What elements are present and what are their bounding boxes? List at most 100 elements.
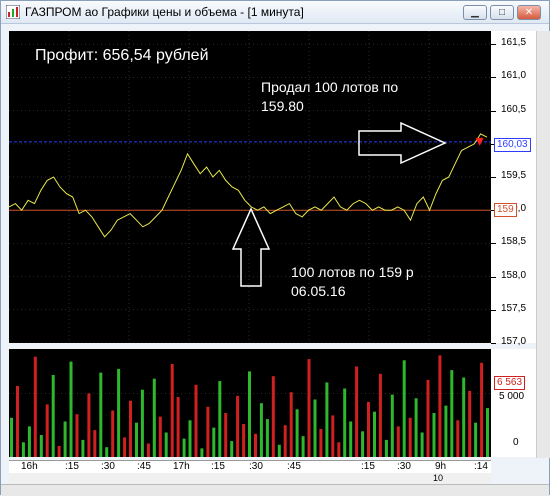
volume-bar — [152, 378, 156, 457]
price-tick-label: 159,5 — [501, 170, 527, 182]
volume-bar — [224, 413, 228, 457]
volume-bar — [474, 422, 478, 457]
volume-bar — [69, 361, 73, 457]
minimize-button[interactable]: ▁ — [463, 5, 487, 20]
volume-bar — [63, 421, 67, 457]
time-label: :30 — [397, 461, 411, 472]
volume-bar — [486, 408, 489, 457]
volume-bar — [135, 422, 138, 457]
volume-bar — [384, 439, 388, 457]
minimize-icon: ▁ — [471, 7, 479, 18]
volume-bar — [51, 375, 55, 457]
volume-bar — [480, 362, 484, 457]
price-axis: 161,5161,0160,5160,0159,5159,0158,5158,0… — [491, 31, 536, 347]
horizontal-scrollbar[interactable] — [1, 484, 549, 496]
volume-bar — [236, 395, 240, 457]
time-axis: 16h :15 :30 :45 17h :15 :30 :45 :15 :30 … — [9, 460, 491, 474]
time-label: 16h — [21, 461, 38, 472]
price-tag-high: 160,03 — [494, 138, 531, 152]
price-tick-mark — [491, 343, 496, 344]
volume-bar — [414, 398, 418, 457]
volume-bar — [378, 373, 382, 457]
volume-bar — [301, 436, 305, 457]
volume-bar — [307, 359, 311, 457]
price-tick-label: 157,0 — [501, 336, 527, 347]
volume-chart-panel[interactable] — [9, 349, 491, 457]
volume-bar — [242, 424, 246, 457]
volume-bar — [99, 372, 103, 457]
volume-bar — [420, 432, 424, 457]
volume-bar — [87, 393, 91, 457]
volume-bar — [402, 360, 406, 457]
volume-bar — [200, 448, 204, 457]
price-tick-label: 161,0 — [501, 70, 527, 82]
volume-bar — [325, 382, 329, 457]
maximize-button[interactable]: □ — [490, 5, 514, 20]
volume-bar — [295, 409, 299, 457]
volume-bar — [408, 417, 412, 457]
window-title: ГАЗПРОМ ао Графики цены и объема - [1 ми… — [25, 5, 304, 19]
volume-bar — [230, 441, 234, 457]
volume-bar — [105, 447, 109, 457]
volume-bar — [450, 370, 454, 457]
buy-annotation-line1: 100 лотов по 159 р — [291, 264, 414, 280]
volume-bar — [277, 444, 281, 457]
volume-bar — [289, 392, 293, 457]
volume-bar — [176, 397, 180, 457]
volume-bar — [16, 386, 19, 457]
volume-bar — [194, 384, 198, 457]
volume-bar — [188, 420, 192, 457]
time-label: :15 — [361, 461, 375, 472]
volume-bar — [373, 411, 376, 457]
volume-bar — [33, 356, 37, 457]
volume-bar — [254, 433, 257, 457]
volume-bar — [27, 426, 31, 457]
volume-bar — [57, 446, 61, 457]
volume-bar — [170, 364, 174, 457]
price-chart-panel[interactable]: Профит: 656,54 рублей Продал 100 лотов п… — [9, 31, 491, 343]
right-arrow-icon — [358, 121, 447, 165]
title-bar[interactable]: ГАЗПРОМ ао Графики цены и объема - [1 ми… — [1, 1, 549, 24]
price-tick-label: 158,5 — [501, 236, 527, 248]
volume-bar — [45, 404, 49, 457]
profit-annotation: Профит: 656,54 рублей — [35, 47, 209, 64]
close-button[interactable]: ✕ — [517, 5, 541, 20]
volume-bar — [331, 415, 335, 457]
time-label: :45 — [137, 461, 151, 472]
volume-bar — [117, 368, 121, 457]
time-label: 17h — [173, 461, 190, 472]
maximize-icon: □ — [498, 7, 506, 18]
close-icon: ✕ — [524, 7, 534, 18]
price-tick-label: 157,5 — [501, 302, 527, 314]
time-label: :45 — [287, 461, 301, 472]
volume-tick-0: 0 — [513, 437, 519, 448]
price-tick-mark — [491, 243, 496, 245]
price-tick-mark — [491, 77, 496, 79]
volume-bar — [313, 399, 317, 457]
volume-bar — [355, 366, 359, 457]
volume-bar — [140, 389, 144, 457]
price-tick-label: 161,5 — [501, 37, 527, 49]
volume-bar — [259, 403, 263, 457]
volume-bar — [39, 435, 43, 457]
volume-bar — [93, 430, 97, 457]
time-label: :30 — [101, 461, 115, 472]
volume-bar — [283, 425, 287, 457]
time-label: :15 — [211, 461, 225, 472]
vertical-scrollbar[interactable] — [536, 31, 550, 458]
chart-window: ГАЗПРОМ ао Графики цены и объема - [1 ми… — [0, 0, 550, 496]
price-tag-low: 159 — [494, 203, 517, 217]
up-arrow-icon — [231, 207, 271, 287]
day-axis: 10 — [9, 473, 491, 484]
volume-bar — [248, 371, 251, 457]
volume-bar — [218, 381, 222, 457]
volume-bar — [81, 439, 85, 457]
time-label: 9h — [435, 461, 447, 472]
volume-bar — [456, 420, 460, 457]
chart-app-icon — [6, 5, 20, 19]
volume-bar — [468, 390, 472, 457]
volume-axis: 6 563 5 000 0 — [491, 349, 536, 457]
price-line — [9, 133, 488, 238]
volume-bar — [438, 355, 442, 457]
volume-bar — [265, 419, 269, 457]
